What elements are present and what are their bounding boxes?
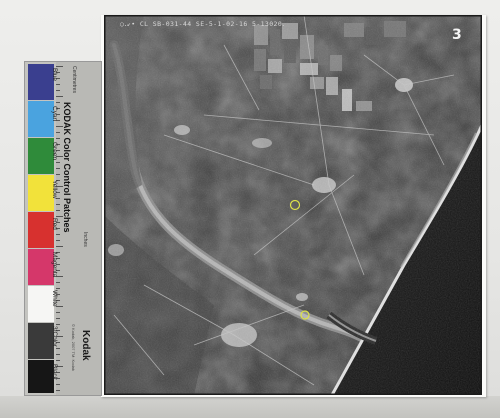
label-blue-wrap: Blue (49, 68, 68, 81)
patch-label-cyan: Cyan (51, 106, 58, 122)
aerial-photograph (104, 15, 482, 395)
label-magenta-wrap: Magenta (49, 252, 68, 277)
patch-label-green: Green (51, 142, 58, 161)
patch-label-3color: 3/Color (51, 326, 58, 347)
color-control-strip: Centimetres KODAK Color Control Patches … (24, 61, 102, 396)
brand-line: KODAK Color Control Patches (62, 102, 72, 233)
ruler-tick (56, 90, 60, 91)
label-black-wrap: Black (49, 364, 68, 380)
ruler-tick (56, 324, 60, 325)
ruler-tick (56, 282, 60, 283)
copyright-text: © Kodak, 2007 TM: Kodak (71, 324, 76, 371)
cm-label-wrap: Centimetres (69, 66, 88, 93)
ruler-tick (56, 288, 60, 289)
photo-header-text: ○․↙• CL SB-031-44 SE-5-1-02-16 5-13020․ (120, 20, 285, 28)
inches-label: Inches (82, 232, 88, 247)
copyright-wrap: © Kodak, 2007 TM: Kodak (68, 324, 87, 371)
label-white-wrap: White (49, 290, 68, 307)
ruler-tick (56, 84, 60, 85)
ruler-tick (56, 66, 63, 67)
label-3color-wrap: 3/Color (49, 326, 68, 347)
ruler-tick (56, 384, 60, 385)
scanner-stand (0, 396, 500, 418)
patch-label-red: Red (51, 218, 58, 230)
ruler-tick (56, 246, 63, 247)
ruler-tick (56, 240, 60, 241)
patch-label-yellow: Yellow (51, 180, 58, 199)
ruler-tick (56, 354, 60, 355)
ruler-tick (56, 312, 60, 313)
label-green-wrap: Green (49, 142, 68, 160)
ruler-tick (56, 390, 60, 391)
ruler-tick (56, 96, 63, 97)
ruler-tick (56, 360, 60, 361)
label-red-wrap: Red (49, 218, 68, 230)
brand-line-wrap: KODAK Color Control Patches (60, 102, 79, 233)
ruler-tick (56, 234, 60, 235)
centimetres-label: Centimetres (71, 66, 77, 93)
label-yellow-wrap: Yellow (49, 180, 68, 199)
patch-label-magenta: Magenta (51, 252, 58, 278)
label-cyan-wrap: Cyan (49, 106, 68, 121)
patch-label-black: Black (51, 364, 58, 380)
inch-label-wrap: Inches (80, 232, 99, 247)
ruler-tick (56, 348, 60, 349)
patch-label-blue: Blue (51, 68, 58, 82)
ruler-tick (56, 318, 60, 319)
patch-label-white: White (51, 290, 58, 307)
frame-number: 3 (452, 27, 462, 43)
